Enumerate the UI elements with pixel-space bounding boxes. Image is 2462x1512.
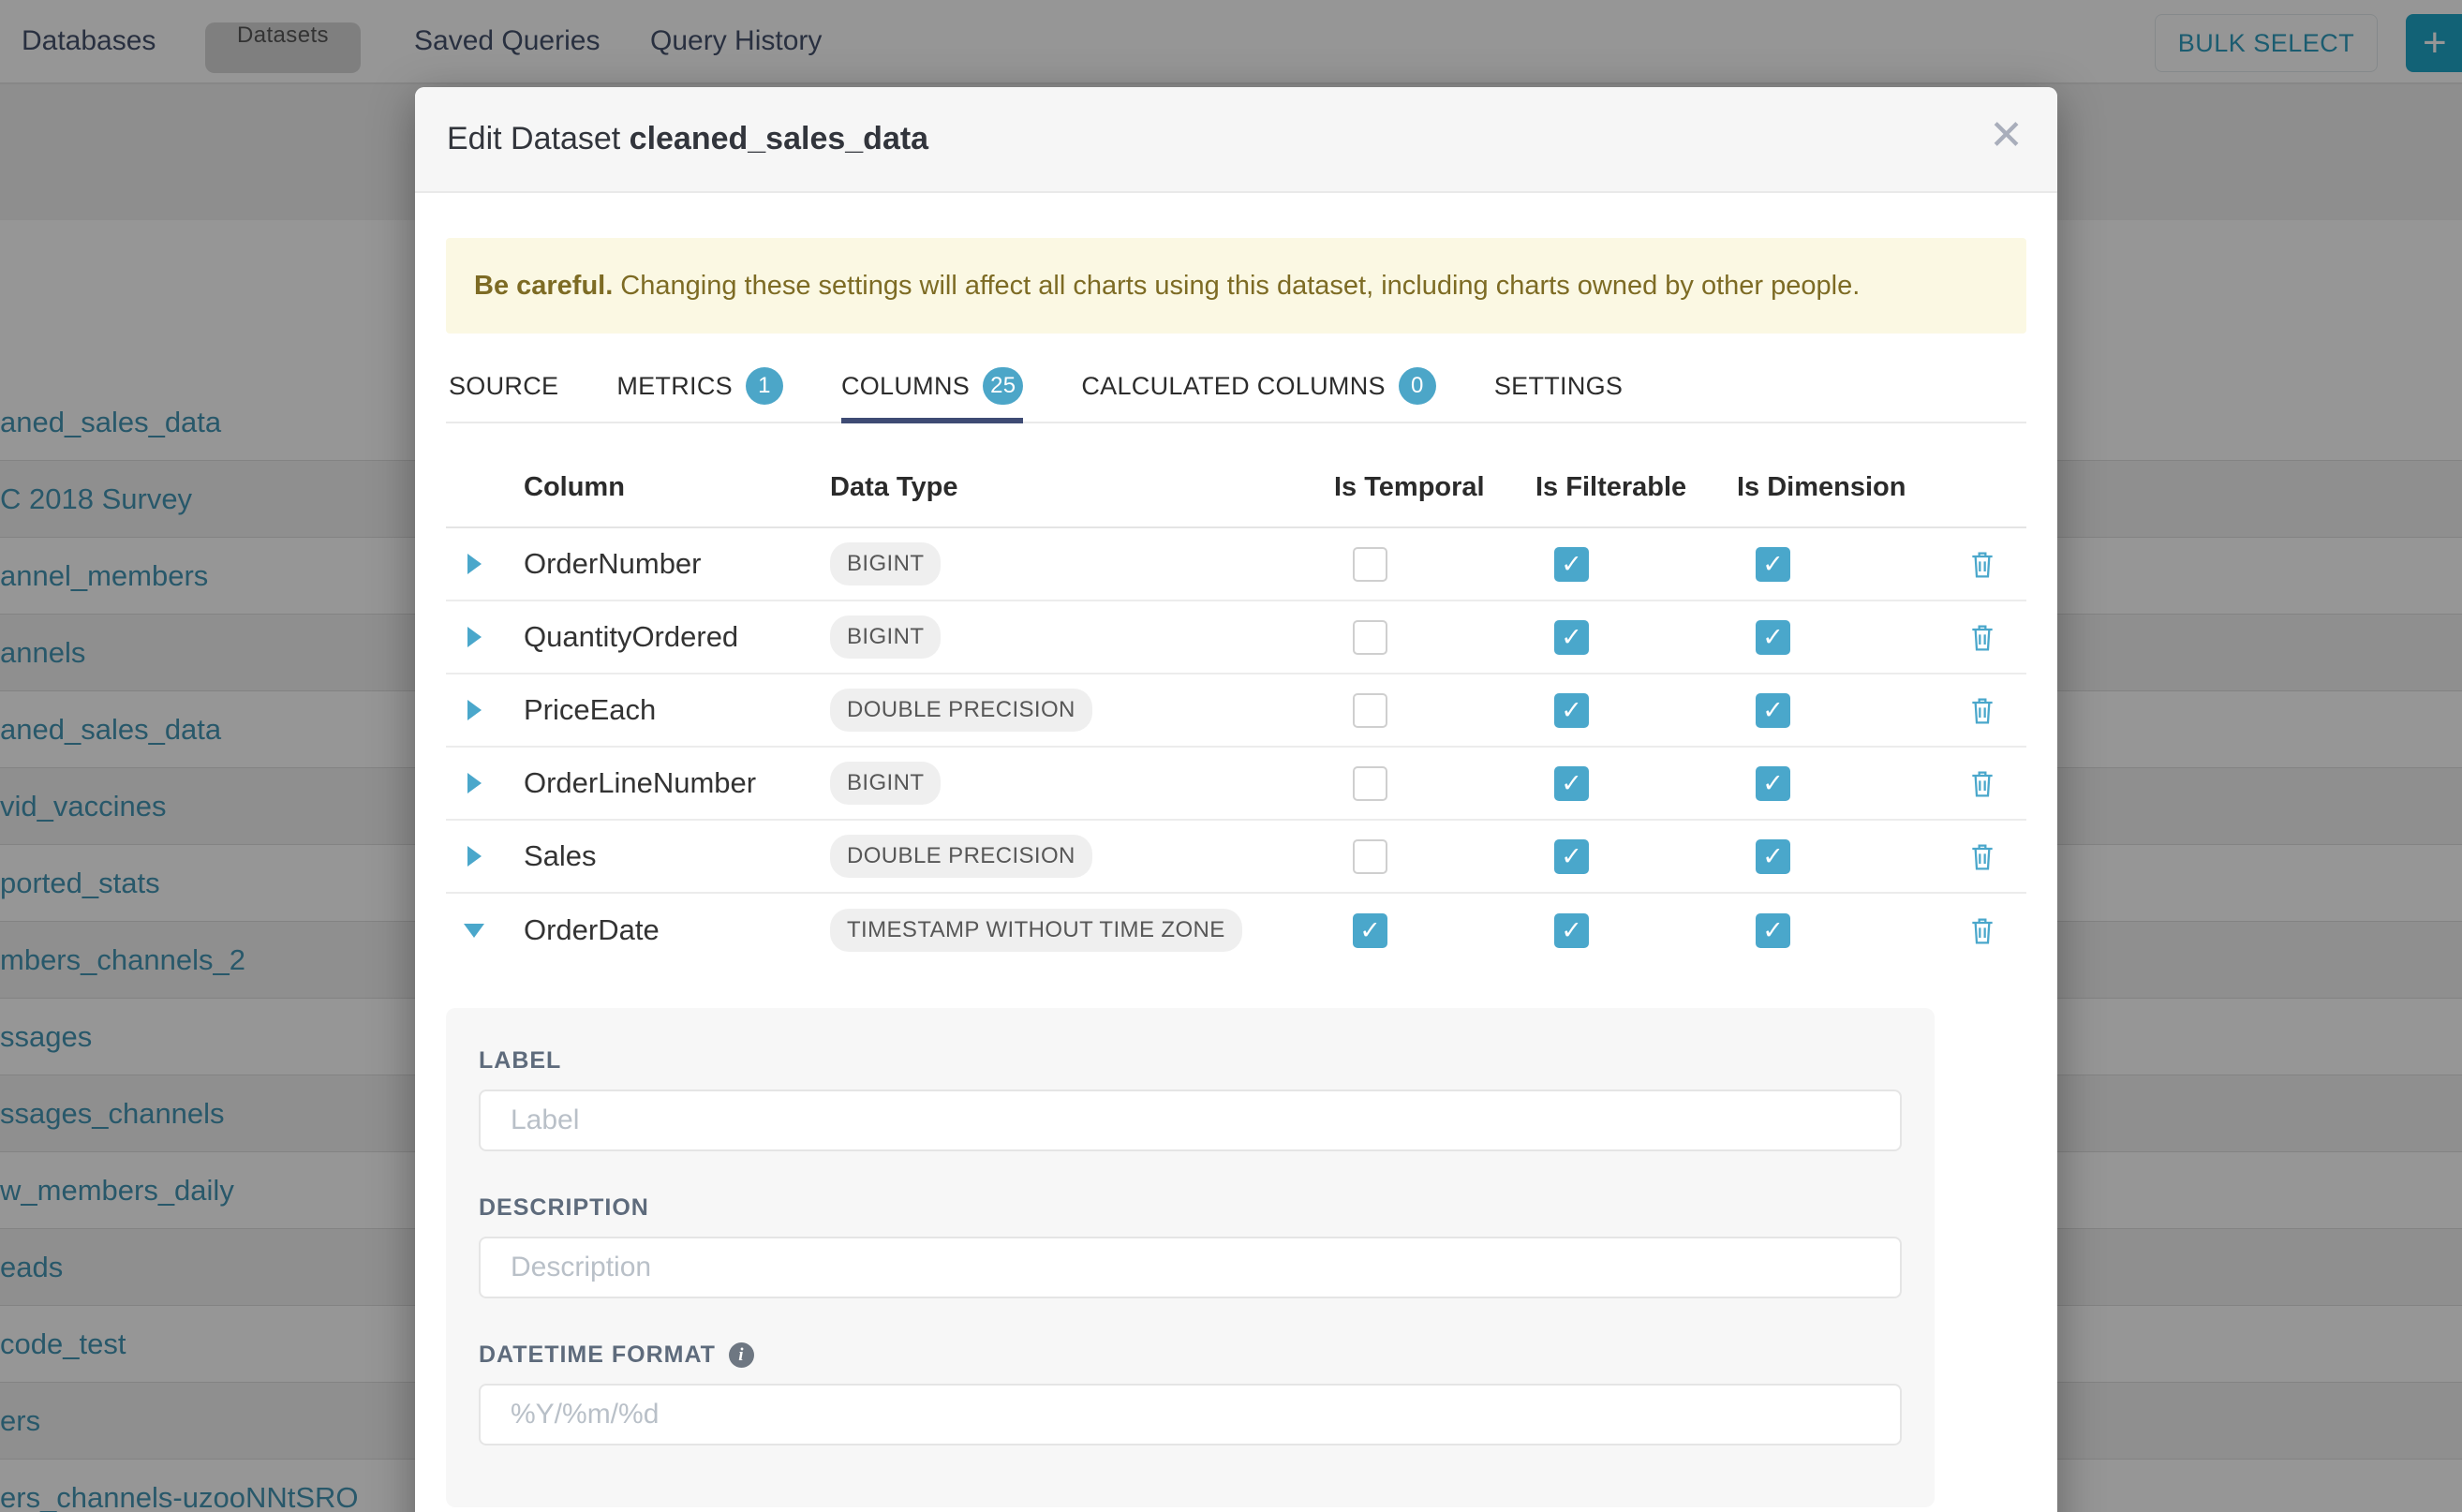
is-temporal-checkbox[interactable] <box>1353 839 1387 874</box>
column-name: OrderDate <box>502 913 819 947</box>
is-dimension-checkbox[interactable]: ✓ <box>1756 547 1790 582</box>
label-field-heading: LABEL <box>479 1047 1902 1075</box>
is-filterable-checkbox[interactable]: ✓ <box>1554 547 1589 582</box>
column-row-orderlinenumber: OrderLineNumber BIGINT ✓ ✓ <box>446 748 2026 821</box>
tab-calculated-columns[interactable]: CALCULATED COLUMNS 0 <box>1081 367 1435 422</box>
is-filterable-header: Is Filterable <box>1535 472 1737 503</box>
tab-label: COLUMNS <box>841 372 970 401</box>
delete-icon[interactable] <box>1967 622 1997 652</box>
datetime-format-input[interactable] <box>479 1384 1902 1445</box>
is-dimension-checkbox[interactable]: ✓ <box>1756 693 1790 728</box>
edit-dataset-modal: Edit Dataset cleaned_sales_data ✕ Be car… <box>415 87 2057 1512</box>
collapse-caret-icon[interactable] <box>464 924 484 938</box>
column-row-orderdate: OrderDate TIMESTAMP WITHOUT TIME ZONE ✓ … <box>446 894 2026 967</box>
tab-settings[interactable]: SETTINGS <box>1494 367 1623 422</box>
modal-title-prefix: Edit Dataset <box>447 121 630 156</box>
tab-columns[interactable]: COLUMNS 25 <box>841 367 1023 422</box>
column-name: PriceEach <box>502 693 819 727</box>
modal-header: Edit Dataset cleaned_sales_data ✕ <box>415 87 2057 193</box>
is-filterable-checkbox[interactable]: ✓ <box>1554 766 1589 801</box>
description-field-heading: DESCRIPTION <box>479 1194 1902 1222</box>
column-name: OrderLineNumber <box>502 766 819 800</box>
data-type-pill: DOUBLE PRECISION <box>830 835 1092 878</box>
data-type-pill: TIMESTAMP WITHOUT TIME ZONE <box>830 909 1242 952</box>
expand-caret-icon[interactable] <box>467 773 482 793</box>
is-filterable-checkbox[interactable]: ✓ <box>1554 839 1589 874</box>
close-icon[interactable]: ✕ <box>1989 115 2024 156</box>
screen: Databases Datasets Saved Queries Query H… <box>0 0 2462 1512</box>
tab-label: SOURCE <box>449 372 558 401</box>
description-input[interactable] <box>479 1237 1902 1298</box>
modal-body: Be careful. Changing these settings will… <box>415 193 2057 1507</box>
warning-banner-bold: Be careful. <box>474 271 613 302</box>
column-name: Sales <box>502 839 819 873</box>
is-dimension-checkbox[interactable]: ✓ <box>1756 913 1790 948</box>
is-temporal-checkbox[interactable]: ✓ <box>1353 913 1387 948</box>
is-temporal-checkbox[interactable] <box>1353 693 1387 728</box>
is-dimension-header: Is Dimension <box>1737 472 1938 503</box>
columns-table-header: Column Data Type Is Temporal Is Filterab… <box>446 448 2026 528</box>
is-temporal-checkbox[interactable] <box>1353 620 1387 655</box>
column-name: OrderNumber <box>502 547 819 581</box>
data-type-pill: DOUBLE PRECISION <box>830 689 1092 732</box>
is-dimension-checkbox[interactable]: ✓ <box>1756 839 1790 874</box>
expand-caret-icon[interactable] <box>467 554 482 574</box>
delete-icon[interactable] <box>1967 841 1997 871</box>
warning-banner: Be careful. Changing these settings will… <box>446 238 2026 334</box>
label-input[interactable] <box>479 1090 1902 1151</box>
delete-icon[interactable] <box>1967 768 1997 798</box>
columns-count-badge: 25 <box>983 367 1023 405</box>
data-type-pill: BIGINT <box>830 542 941 586</box>
delete-icon[interactable] <box>1967 915 1997 945</box>
calculated-columns-count-badge: 0 <box>1399 367 1436 405</box>
is-temporal-checkbox[interactable] <box>1353 766 1387 801</box>
is-temporal-checkbox[interactable] <box>1353 547 1387 582</box>
column-row-quantityordered: QuantityOrdered BIGINT ✓ ✓ <box>446 601 2026 674</box>
is-temporal-header: Is Temporal <box>1334 472 1535 503</box>
expand-caret-icon[interactable] <box>467 846 482 867</box>
delete-icon[interactable] <box>1967 549 1997 579</box>
column-row-priceeach: PriceEach DOUBLE PRECISION ✓ ✓ <box>446 674 2026 748</box>
is-filterable-checkbox[interactable]: ✓ <box>1554 693 1589 728</box>
metrics-count-badge: 1 <box>746 367 783 405</box>
columns-table: Column Data Type Is Temporal Is Filterab… <box>446 448 2026 967</box>
delete-icon[interactable] <box>1967 695 1997 725</box>
tab-label: SETTINGS <box>1494 372 1623 401</box>
is-dimension-checkbox[interactable]: ✓ <box>1756 766 1790 801</box>
column-row-sales: Sales DOUBLE PRECISION ✓ ✓ <box>446 821 2026 894</box>
data-type-pill: BIGINT <box>830 615 941 659</box>
column-row-ordernumber: OrderNumber BIGINT ✓ ✓ <box>446 528 2026 601</box>
column-header: Column <box>502 472 819 503</box>
data-type-pill: BIGINT <box>830 762 941 805</box>
tab-metrics[interactable]: METRICS 1 <box>616 367 783 422</box>
data-type-header: Data Type <box>819 472 1334 503</box>
modal-tabs: SOURCE METRICS 1 COLUMNS 25 CALCULATED C… <box>446 367 2026 423</box>
tab-label: CALCULATED COLUMNS <box>1081 372 1385 401</box>
tab-label: METRICS <box>616 372 733 401</box>
is-filterable-checkbox[interactable]: ✓ <box>1554 620 1589 655</box>
column-detail-panel: LABEL DESCRIPTION DATETIME FORMAT i <box>446 1008 1935 1507</box>
is-filterable-checkbox[interactable]: ✓ <box>1554 913 1589 948</box>
info-icon[interactable]: i <box>729 1342 754 1368</box>
expand-caret-icon[interactable] <box>467 700 482 720</box>
modal-title-dataset-name: cleaned_sales_data <box>630 121 928 156</box>
datetime-format-field-heading: DATETIME FORMAT i <box>479 1342 1902 1369</box>
is-dimension-checkbox[interactable]: ✓ <box>1756 620 1790 655</box>
modal-title: Edit Dataset cleaned_sales_data <box>447 121 928 157</box>
column-name: QuantityOrdered <box>502 620 819 654</box>
warning-banner-text: Changing these settings will affect all … <box>620 271 1860 302</box>
tab-source[interactable]: SOURCE <box>449 367 558 422</box>
expand-caret-icon[interactable] <box>467 627 482 647</box>
